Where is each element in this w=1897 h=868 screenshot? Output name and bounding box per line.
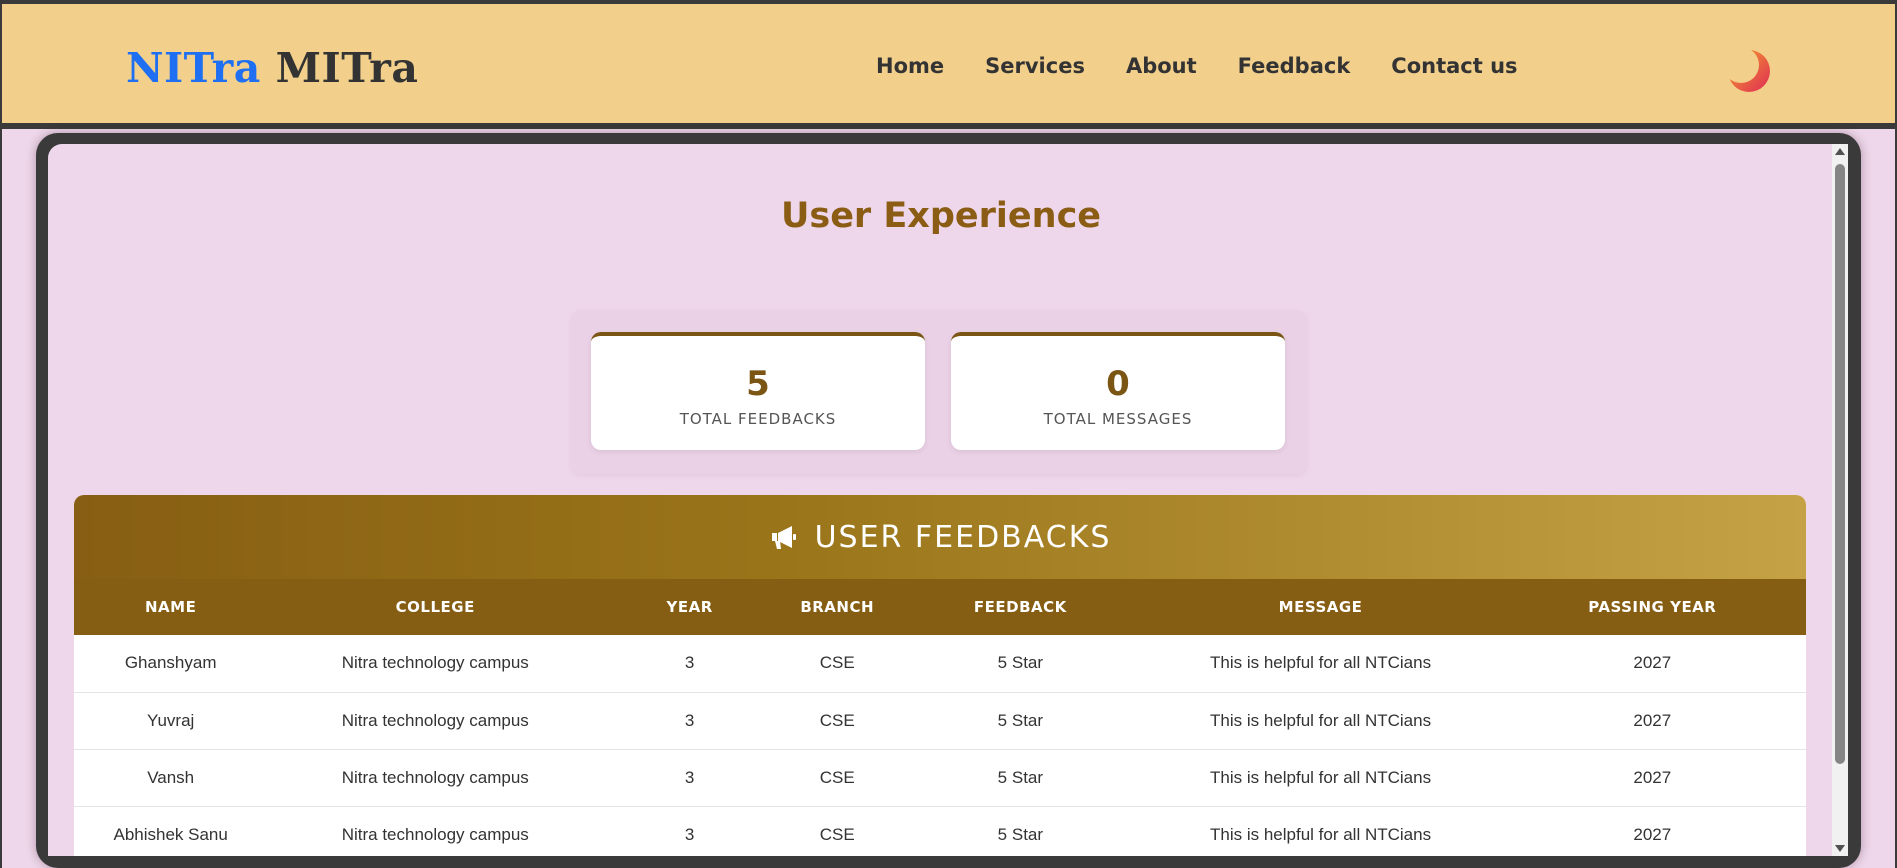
table-cell-message: This is helpful for all NTCians bbox=[1210, 653, 1432, 673]
stat-label: TOTAL MESSAGES bbox=[1043, 410, 1193, 428]
brand-logo[interactable]: NITra MITra bbox=[126, 44, 418, 92]
table-cell-year: 3 bbox=[684, 824, 695, 844]
table-cell-branch: CSE bbox=[819, 653, 855, 673]
column-header-branch: BRANCH bbox=[800, 598, 875, 616]
table-cell-name: Vansh bbox=[147, 767, 195, 787]
column-header-message: MESSAGE bbox=[1278, 598, 1363, 616]
scrollbar-thumb[interactable] bbox=[1835, 164, 1845, 764]
table-cell-name: Abhishek Sanu bbox=[113, 824, 228, 844]
column-header-name: NAME bbox=[145, 598, 197, 616]
column-header-feedback: FEEDBACK bbox=[973, 598, 1067, 616]
nav-about[interactable]: About bbox=[1126, 54, 1197, 78]
stat-card-messages: 0 TOTAL MESSAGES bbox=[951, 332, 1285, 450]
table-cell-college: Nitra technology campus bbox=[341, 710, 529, 730]
content-viewport: User Experience 5 TOTAL FEEDBACKS 0 TOTA… bbox=[48, 144, 1834, 856]
table-cell-name: Yuvraj bbox=[147, 710, 195, 730]
nav-home[interactable]: Home bbox=[876, 54, 944, 78]
moon-icon[interactable] bbox=[1726, 48, 1772, 94]
table-cell-name: Ghanshyam bbox=[124, 653, 217, 673]
table-cell-college: Nitra technology campus bbox=[341, 824, 529, 844]
table-cell-feedback: 5 Star bbox=[997, 824, 1044, 844]
feedbacks-table: NAME COLLEGE YEAR BRANCH FEEDBACK MESSAGE PASS… bbox=[74, 579, 1806, 856]
table-cell-feedback: 5 Star bbox=[997, 653, 1044, 673]
table-row: Vansh Nitra technology campus 3 CSE 5 Star Th… bbox=[74, 749, 1806, 806]
table-row: Abhishek Sanu Nitra technology campus 3 CSE… bbox=[74, 806, 1806, 856]
table-cell-feedback: 5 Star bbox=[997, 710, 1044, 730]
table-cell-passing-year: 2027 bbox=[1633, 767, 1672, 787]
feedbacks-panel: USER FEEDBACKS NAME COLLEGE YEAR BRANCH FEED… bbox=[74, 495, 1806, 856]
feedbacks-title: USER FEEDBACKS bbox=[814, 519, 1112, 555]
table-cell-feedback: 5 Star bbox=[997, 767, 1044, 787]
stat-value: 0 bbox=[1106, 364, 1130, 404]
table-cell-message: This is helpful for all NTCians bbox=[1210, 824, 1432, 844]
table-cell-year: 3 bbox=[684, 710, 695, 730]
table-cell-passing-year: 2027 bbox=[1633, 824, 1672, 844]
scroll-down-arrow-icon[interactable] bbox=[1835, 845, 1845, 852]
nav-feedback[interactable]: Feedback bbox=[1238, 54, 1351, 78]
vertical-scrollbar[interactable] bbox=[1832, 144, 1848, 856]
column-header-year: YEAR bbox=[666, 598, 713, 616]
stats-container: 5 TOTAL FEEDBACKS 0 TOTAL MESSAGES bbox=[571, 310, 1307, 474]
table-cell-message: This is helpful for all NTCians bbox=[1210, 710, 1432, 730]
table-cell-college: Nitra technology campus bbox=[341, 653, 529, 673]
table-row: Ghanshyam Nitra technology campus 3 CSE 5 St… bbox=[74, 635, 1806, 692]
table-body: Ghanshyam Nitra technology campus 3 CSE 5 St… bbox=[74, 635, 1806, 856]
table-row: Yuvraj Nitra technology campus 3 CSE 5 Star T… bbox=[74, 692, 1806, 749]
nav-contact-us[interactable]: Contact us bbox=[1391, 54, 1517, 78]
stat-card-feedbacks: 5 TOTAL FEEDBACKS bbox=[591, 332, 925, 450]
column-header-college: COLLEGE bbox=[395, 598, 475, 616]
table-cell-branch: CSE bbox=[819, 710, 855, 730]
brand-part-1: NITra bbox=[126, 44, 261, 92]
table-header-row: NAME COLLEGE YEAR BRANCH FEEDBACK MESSAGE PASS… bbox=[74, 579, 1806, 635]
feedbacks-header: USER FEEDBACKS bbox=[74, 495, 1806, 579]
nav-links: Home Services About Feedback Contact us bbox=[876, 54, 1518, 78]
nav-services[interactable]: Services bbox=[985, 54, 1085, 78]
table-cell-branch: CSE bbox=[819, 824, 855, 844]
table-cell-passing-year: 2027 bbox=[1633, 710, 1672, 730]
navbar: NITra MITra Home Services About Feedback… bbox=[2, 4, 1895, 126]
column-header-passing-year: PASSING YEAR bbox=[1588, 598, 1717, 616]
table-cell-year: 3 bbox=[684, 767, 695, 787]
table-cell-branch: CSE bbox=[819, 767, 855, 787]
page-title: User Experience bbox=[780, 196, 1102, 236]
table-cell-passing-year: 2027 bbox=[1633, 653, 1672, 673]
brand-part-2: MITra bbox=[275, 44, 419, 92]
megaphone-icon bbox=[769, 522, 799, 552]
table-cell-year: 3 bbox=[684, 653, 695, 673]
stat-value: 5 bbox=[746, 364, 770, 404]
table-cell-college: Nitra technology campus bbox=[341, 767, 529, 787]
table-cell-message: This is helpful for all NTCians bbox=[1210, 767, 1432, 787]
scroll-up-arrow-icon[interactable] bbox=[1835, 148, 1845, 155]
stat-label: TOTAL FEEDBACKS bbox=[679, 410, 837, 428]
